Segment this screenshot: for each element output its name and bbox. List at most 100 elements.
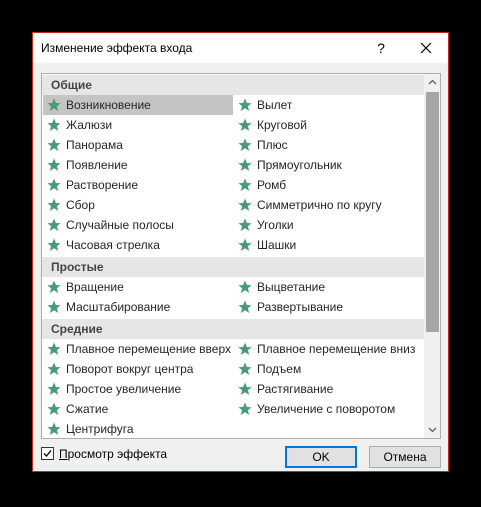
scroll-down-button[interactable] bbox=[424, 421, 440, 438]
list-item-label: Растворение bbox=[66, 178, 139, 192]
star-icon bbox=[238, 218, 252, 231]
list-item-label: Шашки bbox=[257, 238, 297, 252]
list-item[interactable]: Подъем bbox=[234, 359, 422, 379]
list-item-label: Круговой bbox=[257, 118, 307, 132]
list-item[interactable]: Ромб bbox=[234, 175, 422, 195]
list-item[interactable]: Жалюзи bbox=[43, 115, 233, 135]
star-icon bbox=[47, 280, 61, 293]
list-item[interactable]: Появление bbox=[43, 155, 233, 175]
star-icon bbox=[47, 118, 61, 131]
star-icon bbox=[238, 98, 252, 111]
effects-list[interactable]: Общие Возникновение Жалюзи Панорама Появлени… bbox=[41, 73, 441, 439]
preview-checkbox-box[interactable] bbox=[41, 447, 54, 460]
list-item-label: Плавное перемещение вниз bbox=[257, 342, 416, 356]
list-item-label: Растягивание bbox=[257, 382, 334, 396]
list-item[interactable]: Выцветание bbox=[234, 277, 422, 297]
star-icon bbox=[47, 382, 61, 395]
star-icon bbox=[238, 178, 252, 191]
list-item-label: Сжатие bbox=[66, 402, 109, 416]
list-item-label: Подъем bbox=[257, 362, 302, 376]
title-bar: Изменение эффекта входа ? bbox=[33, 33, 448, 63]
group-header: Средние bbox=[42, 319, 424, 339]
star-icon bbox=[238, 300, 252, 313]
list-item-label: Возникновение bbox=[66, 98, 151, 112]
preview-effect-label: Просмотр эффекта bbox=[59, 447, 168, 461]
list-item-label: Появление bbox=[66, 158, 128, 172]
list-item[interactable]: Развертывание bbox=[234, 297, 422, 317]
scroll-up-button[interactable] bbox=[424, 74, 440, 91]
close-button[interactable] bbox=[411, 37, 441, 59]
list-item-label: Простое увеличение bbox=[66, 382, 182, 396]
star-icon bbox=[47, 422, 61, 435]
list-item[interactable]: Уголки bbox=[234, 215, 422, 235]
list-item[interactable]: Растягивание bbox=[234, 379, 422, 399]
dialog-title: Изменение эффекта входа bbox=[41, 41, 193, 55]
list-item-label: Прямоугольник bbox=[257, 158, 342, 172]
list-item-label: Жалюзи bbox=[66, 118, 113, 132]
list-item[interactable]: Прямоугольник bbox=[234, 155, 422, 175]
star-icon bbox=[47, 138, 61, 151]
list-item-label: Развертывание bbox=[257, 300, 344, 314]
vertical-scrollbar[interactable] bbox=[424, 74, 440, 438]
star-icon bbox=[238, 280, 252, 293]
list-item[interactable]: Панорама bbox=[43, 135, 233, 155]
list-item-label: Масштабирование bbox=[66, 300, 171, 314]
ok-button[interactable]: OK bbox=[285, 446, 357, 468]
list-item[interactable]: Поворот вокруг центра bbox=[43, 359, 233, 379]
list-item-label: Увеличение с поворотом bbox=[257, 402, 396, 416]
checkmark-icon bbox=[43, 450, 52, 457]
list-item[interactable]: Увеличение с поворотом bbox=[234, 399, 422, 419]
group-header: Простые bbox=[42, 257, 424, 277]
list-item[interactable]: Плюс bbox=[234, 135, 422, 155]
star-icon bbox=[47, 158, 61, 171]
list-item[interactable]: Сбор bbox=[43, 195, 233, 215]
list-item-label: Ромб bbox=[257, 178, 287, 192]
list-item[interactable]: Растворение bbox=[43, 175, 233, 195]
list-item[interactable]: Плавное перемещение вниз bbox=[234, 339, 422, 359]
list-item-label: Случайные полосы bbox=[66, 218, 174, 232]
star-icon bbox=[238, 198, 252, 211]
help-button[interactable]: ? bbox=[369, 37, 393, 59]
list-item-label: Вылет bbox=[257, 98, 293, 112]
chevron-down-icon bbox=[428, 427, 437, 433]
cancel-button[interactable]: Отмена bbox=[369, 446, 441, 468]
star-icon bbox=[47, 300, 61, 313]
star-icon bbox=[47, 238, 61, 251]
list-item[interactable]: Масштабирование bbox=[43, 297, 233, 317]
star-icon bbox=[47, 402, 61, 415]
star-icon bbox=[238, 118, 252, 131]
star-icon bbox=[238, 382, 252, 395]
list-item[interactable]: Шашки bbox=[234, 235, 422, 255]
list-item[interactable]: Вращение bbox=[43, 277, 233, 297]
list-item-label: Поворот вокруг центра bbox=[66, 362, 194, 376]
list-item-label: Панорама bbox=[66, 138, 123, 152]
star-icon bbox=[238, 158, 252, 171]
list-item[interactable]: Сжатие bbox=[43, 399, 233, 419]
list-item[interactable]: Вылет bbox=[234, 95, 422, 115]
effects-list-content: Общие Возникновение Жалюзи Панорама Появлени… bbox=[42, 74, 424, 438]
list-item[interactable]: Простое увеличение bbox=[43, 379, 233, 399]
list-item[interactable]: Центрифуга bbox=[43, 419, 233, 438]
list-item-label: Часовая стрелка bbox=[66, 238, 160, 252]
star-icon bbox=[47, 218, 61, 231]
list-item-label: Симметрично по кругу bbox=[257, 198, 382, 212]
star-icon bbox=[238, 342, 252, 355]
close-icon bbox=[420, 42, 432, 54]
star-icon bbox=[47, 362, 61, 375]
list-item-label: Сбор bbox=[66, 198, 95, 212]
list-item[interactable]: Плавное перемещение вверх bbox=[43, 339, 233, 359]
list-item[interactable]: Возникновение bbox=[43, 95, 233, 115]
group-header: Общие bbox=[42, 75, 424, 95]
list-item[interactable]: Часовая стрелка bbox=[43, 235, 233, 255]
list-item-label: Уголки bbox=[257, 218, 294, 232]
scroll-thumb[interactable] bbox=[426, 92, 439, 332]
star-icon bbox=[238, 362, 252, 375]
star-icon bbox=[238, 238, 252, 251]
star-icon bbox=[47, 198, 61, 211]
list-item[interactable]: Случайные полосы bbox=[43, 215, 233, 235]
star-icon bbox=[47, 342, 61, 355]
list-item[interactable]: Круговой bbox=[234, 115, 422, 135]
list-item-label: Центрифуга bbox=[66, 422, 134, 436]
star-icon bbox=[47, 98, 61, 111]
list-item[interactable]: Симметрично по кругу bbox=[234, 195, 422, 215]
